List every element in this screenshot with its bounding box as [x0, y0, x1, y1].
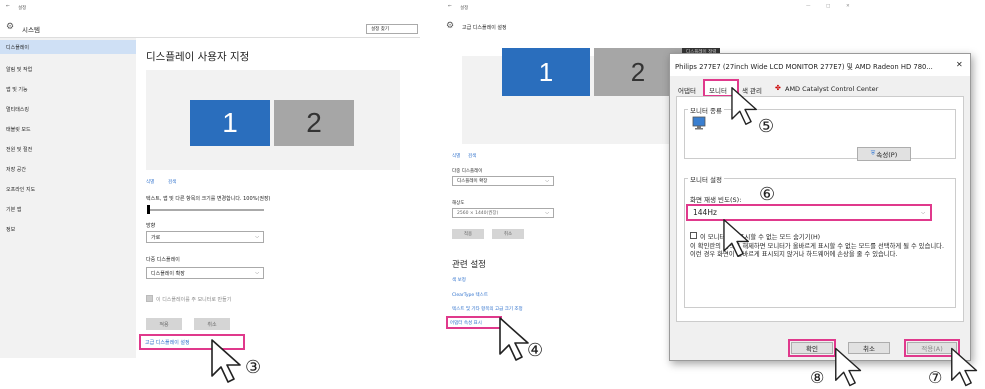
- color-calibration-link[interactable]: 색 보정: [452, 277, 466, 283]
- advanced-display-settings-link[interactable]: 고급 디스플레이 설정: [145, 339, 190, 346]
- cancel-button[interactable]: 취소: [492, 229, 524, 239]
- chevron-down-icon: ⌵: [545, 178, 549, 184]
- back-arrow-icon[interactable]: ←: [448, 4, 452, 9]
- mouse-cursor-icon: [834, 346, 864, 388]
- sidebar-item-label: 디스플레이: [6, 45, 30, 51]
- close-button[interactable]: ✕: [846, 4, 850, 9]
- monitor-1-tile[interactable]: 1: [502, 48, 590, 96]
- sidebar-item-label[interactable]: 오프라인 지도: [6, 186, 35, 193]
- hide-modes-label: 이 모니터에서 표시할 수 없는 모드 숨기기(H): [700, 234, 821, 241]
- step-6-marker: ⑥: [759, 184, 776, 205]
- resolution-label: 해상도: [452, 201, 465, 206]
- search-input[interactable]: 설정 찾기: [366, 24, 418, 34]
- identify-link[interactable]: 식별: [452, 153, 460, 159]
- refresh-rate-label: 화면 재생 빈도(S):: [690, 196, 742, 204]
- dialog-title: Philips 277E7 (27inch Wide LCD MONITOR 2…: [675, 63, 933, 71]
- step-4-marker: ④: [527, 340, 544, 361]
- settings-window-display: ← 설정 ⚙ 시스템 설정 찾기 디스플레이 알림 및 작업 앱 및 기능 멀티…: [0, 0, 420, 360]
- scale-slider-thumb[interactable]: [147, 205, 150, 214]
- orientation-dropdown[interactable]: 가로 ⌵: [146, 231, 264, 243]
- mouse-cursor-icon: [722, 218, 752, 258]
- gear-icon: ⚙: [6, 22, 15, 32]
- sidebar-item-label[interactable]: 저장 공간: [6, 166, 26, 173]
- minimize-button[interactable]: —: [806, 4, 811, 9]
- window-title: 설정: [18, 6, 27, 11]
- cancel-button[interactable]: 취소: [194, 318, 230, 330]
- monitor-1-tile[interactable]: 1: [190, 100, 270, 146]
- cleartype-link[interactable]: ClearType 텍스트: [452, 292, 488, 298]
- detect-link[interactable]: 검색: [168, 179, 176, 185]
- window-title: 설정: [460, 6, 469, 11]
- gear-icon: ⚙: [446, 21, 455, 31]
- apply-button[interactable]: 적용: [146, 318, 182, 330]
- tab-monitor-label: 모니터: [709, 87, 727, 95]
- sidebar-item-label[interactable]: 앱 및 기능: [6, 86, 28, 93]
- tab-adapter[interactable]: 어댑터: [678, 85, 696, 95]
- system-header: 시스템: [22, 26, 40, 34]
- related-settings-title: 관련 설정: [452, 260, 486, 270]
- sidebar: 디스플레이 알림 및 작업 앱 및 기능 멀티태스킹 태블릿 모드 전원 및 절…: [0, 38, 136, 358]
- amd-icon: ✤: [775, 84, 781, 92]
- ok-button[interactable]: 확인: [791, 342, 833, 354]
- chevron-down-icon: ⌵: [921, 209, 925, 216]
- scale-slider-track[interactable]: [148, 209, 264, 211]
- monitor-settings-label: 모니터 설정: [688, 174, 724, 184]
- sidebar-item-label[interactable]: 멀티태스킹: [6, 106, 29, 113]
- mouse-cursor-icon: [210, 338, 244, 384]
- sidebar-item-label[interactable]: 알림 및 작업: [6, 66, 32, 73]
- back-arrow-icon[interactable]: ←: [6, 4, 10, 9]
- sidebar-item-label[interactable]: 정보: [6, 226, 15, 233]
- identify-link[interactable]: 식별: [146, 179, 154, 185]
- hide-modes-checkbox[interactable]: [690, 232, 697, 239]
- mouse-cursor-icon: [730, 86, 760, 126]
- sidebar-item-label[interactable]: 전원 및 절전: [6, 146, 32, 153]
- properties-dialog: Philips 277E7 (27inch Wide LCD MONITOR 2…: [669, 53, 971, 361]
- mouse-cursor-icon: [950, 346, 980, 388]
- step-5-marker: ⑤: [758, 116, 775, 137]
- resolution-dropdown[interactable]: 2560 × 1440(권장) ⌵: [452, 208, 554, 218]
- chevron-down-icon: ⌵: [255, 270, 259, 276]
- main-display-checkbox[interactable]: [146, 295, 153, 302]
- page-title: 디스플레이 사용자 지정: [146, 51, 250, 63]
- step-8-marker: ⑧: [810, 368, 825, 387]
- scale-label: 텍스트, 앱 및 다른 항목의 크기를 변경합니다. 100%(권장): [146, 196, 271, 202]
- tab-amd-catalyst[interactable]: AMD Catalyst Control Center: [785, 85, 878, 93]
- shield-icon: ⛨: [870, 150, 876, 157]
- maximize-button[interactable]: □: [826, 4, 830, 9]
- advanced-header: 고급 디스플레이 설정: [462, 25, 507, 31]
- main-display-checkbox-label: 이 디스플레이를 주 모니터로 만들기: [156, 297, 232, 303]
- close-icon[interactable]: ✕: [956, 60, 963, 69]
- monitor-icon: [692, 116, 706, 132]
- apply-button[interactable]: 적용: [452, 229, 484, 239]
- monitor-type-group: [684, 109, 956, 159]
- multi-display-dropdown[interactable]: 디스플레이 확장 ⌵: [146, 267, 264, 279]
- advanced-sizing-link[interactable]: 텍스트 및 기타 항목의 고급 크기 조정: [452, 306, 523, 312]
- orientation-label: 방향: [146, 223, 156, 229]
- monitor-arrangement: [146, 70, 400, 170]
- sidebar-item-label[interactable]: 기본 앱: [6, 206, 21, 213]
- step-7-marker: ⑦: [928, 368, 943, 387]
- adapter-properties-link[interactable]: 어댑터 속성 표시: [450, 320, 482, 326]
- step-3-marker: ③: [245, 357, 262, 378]
- multi-display-dropdown[interactable]: 디스플레이 확장 ⌵: [452, 176, 554, 186]
- chevron-down-icon: ⌵: [545, 210, 549, 216]
- chevron-down-icon: ⌵: [255, 234, 259, 240]
- refresh-rate-dropdown[interactable]: 144Hz ⌵: [689, 207, 929, 218]
- sidebar-item-label[interactable]: 태블릿 모드: [6, 126, 31, 133]
- multi-display-label: 다중 디스플레이: [452, 169, 483, 174]
- properties-button[interactable]: ⛨ 속성(P): [857, 147, 911, 161]
- monitor-type-label: 모니터 종류: [688, 105, 724, 115]
- monitor-2-tile[interactable]: 2: [274, 100, 354, 146]
- multi-display-label: 다중 디스플레이: [146, 257, 180, 263]
- detect-link[interactable]: 검색: [468, 153, 476, 159]
